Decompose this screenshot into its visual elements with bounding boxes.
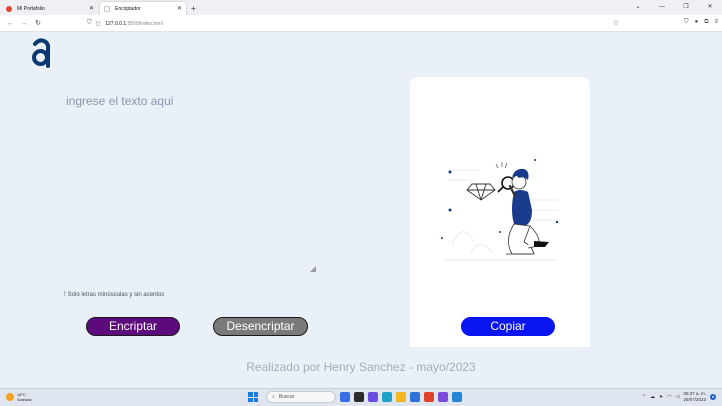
hint-text: Solo letras minúsculas y sin acentos [67,292,165,298]
maximize-icon[interactable]: ❐ [674,0,698,15]
widgets-icon[interactable] [340,392,350,402]
weather-desc: Soleado [17,397,32,402]
chevron-up-icon[interactable]: ⌃ [642,394,646,400]
weather-text: 18°C Soleado [17,392,32,402]
address-bar[interactable]: ⛉ ▢ 127.0.0.1 :5500/index.html ☆ [87,18,627,29]
volume-icon[interactable]: ◁ [676,394,680,400]
close-tab-icon[interactable]: ✕ [89,5,94,12]
chat-icon[interactable] [368,392,378,402]
tab-list-icon[interactable]: ⌄ [626,0,650,15]
pocket-icon[interactable]: ⛉ [684,19,689,26]
reload-icon[interactable]: ↻ [31,19,45,27]
person-with-magnifier-illustration [441,159,559,261]
notification-icon[interactable]: ● [710,394,716,400]
vscode-icon[interactable] [452,392,462,402]
shield-icon[interactable]: ⛉ [87,20,92,27]
os-taskbar: 18°C Soleado ⌕ Buscar ⌃ ☁ ➤ ◠ ◁ 08:37 a.… [0,388,722,406]
text-input[interactable] [60,88,318,276]
logo-icon [32,38,51,68]
taskbar-apps: ⌕ Buscar [248,391,462,403]
edge-icon[interactable] [382,392,392,402]
forward-icon[interactable]: → [17,20,31,27]
file-explorer-icon[interactable] [396,392,406,402]
taskbar-search[interactable]: ⌕ Buscar [266,391,336,403]
start-icon[interactable] [248,392,258,402]
page-favicon-icon [104,5,110,12]
account-icon[interactable]: ● [695,19,699,26]
resize-grip-icon[interactable] [310,266,316,272]
alura-logo [30,38,52,73]
url-path: :5500/index.html [126,20,163,27]
warning-icon: ! [64,292,66,298]
sun-icon [6,393,14,401]
back-icon[interactable]: ← [3,20,17,27]
wifi-icon[interactable]: ◠ [667,394,671,400]
send-icon[interactable]: ➤ [659,394,663,400]
mail-icon[interactable] [410,392,420,402]
system-tray: ⌃ ☁ ➤ ◠ ◁ 08:37 a. m. 29/07/2023 ● [642,391,716,403]
window-controls: ⌄ — ❐ ✕ [626,0,722,15]
tab-mi-portafolio[interactable]: Mi Portafolio ✕ [2,2,98,15]
close-window-icon[interactable]: ✕ [698,0,722,15]
bookmark-star-icon[interactable]: ☆ [613,19,619,27]
search-icon: ⌕ [272,394,275,400]
browser-nav-bar: ← → ↻ ⛉ ▢ 127.0.0.1 :5500/index.html ☆ ⛉… [0,15,722,32]
portfolio-favicon-icon [6,5,12,12]
weather-widget[interactable]: 18°C Soleado [6,392,32,402]
close-tab-icon[interactable]: ✕ [177,5,182,12]
tab-label: Encriptador [115,5,141,12]
new-tab-button[interactable]: + [191,4,196,13]
search-label: Buscar [278,394,295,400]
copy-button[interactable]: Copiar [461,317,555,336]
onedrive-icon[interactable]: ☁ [650,394,655,400]
tab-label: Mi Portafolio [17,5,45,12]
minimize-icon[interactable]: — [650,0,674,15]
url-host: 127.0.0.1 [105,20,127,27]
extensions-icon[interactable]: ⧉ [704,19,708,26]
clock[interactable]: 08:37 a. m. 29/07/2023 [683,391,706,403]
firefox-icon[interactable] [424,392,434,402]
page-footer: Realizado por Henry Sanchez - mayo/2023 [246,360,476,374]
page-info-icon[interactable]: ▢ [96,21,101,27]
app-icon[interactable] [438,392,448,402]
tab-encriptador[interactable]: Encriptador ✕ [100,2,186,15]
browser-toolbar: ⛉ ● ⧉ ≡ [684,19,718,26]
browser-tab-bar: Mi Portafolio ✕ Encriptador ✕ + ⌄ — ❐ ✕ [0,0,722,15]
decrypt-button[interactable]: Desencriptar [213,317,308,336]
encrypt-button[interactable]: Encriptar [86,317,180,336]
date-text: 29/07/2023 [683,397,706,402]
hint-message: ! Solo letras minúsculas y sin acentos [64,292,164,298]
menu-icon[interactable]: ≡ [714,19,718,26]
task-view-icon[interactable] [354,392,364,402]
